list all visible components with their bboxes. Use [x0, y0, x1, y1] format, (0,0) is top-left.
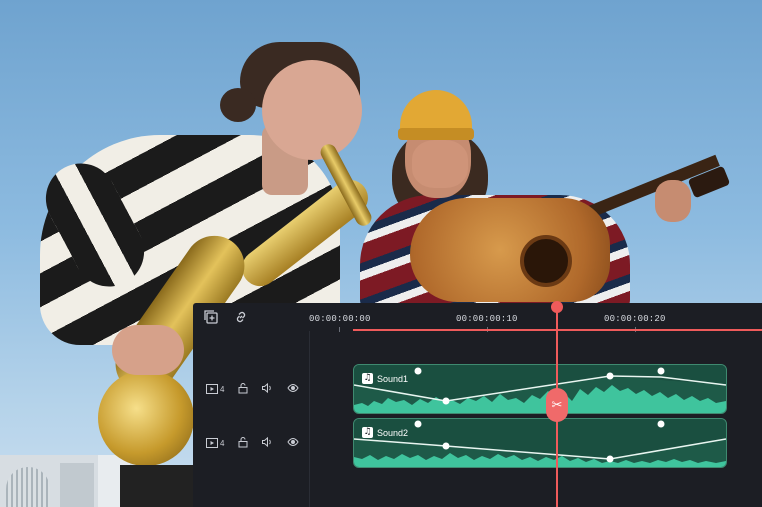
guitar-soundhole: [520, 235, 572, 287]
play-box-icon: [206, 384, 218, 394]
track-number: 4: [220, 438, 225, 448]
link-icon[interactable]: [233, 309, 249, 325]
music-note-icon: ♫: [362, 373, 373, 384]
play-box-icon: [206, 438, 218, 448]
saxophonist-hand: [112, 325, 184, 375]
rooftop-building: [0, 455, 140, 507]
audio-waveform: [354, 365, 726, 413]
music-note-icon: ♫: [362, 427, 373, 438]
rooftop-box: [60, 463, 94, 507]
clip-name: Sound2: [377, 427, 409, 438]
beanie-band: [398, 128, 474, 140]
timeline-panel: 00:00:00:00 00:00:00:10 00:00:00:20 4 4: [193, 303, 762, 507]
ruler-tick-label: 00:00:00:00: [309, 314, 371, 324]
ruler-tick-label: 00:00:00:10: [456, 314, 518, 324]
add-track-icon[interactable]: [203, 309, 219, 325]
clip-label: ♫ Sound1: [362, 373, 408, 384]
track-header: 4: [193, 416, 309, 470]
scissors-icon[interactable]: ✂: [546, 388, 568, 422]
track-number: 4: [220, 384, 225, 394]
lock-icon[interactable]: [237, 436, 249, 450]
saxophone-bell: [98, 370, 194, 466]
clip-name: Sound1: [377, 373, 409, 384]
guitarist-face: [412, 140, 468, 188]
volume-icon[interactable]: [261, 382, 273, 396]
track-header-divider: [309, 331, 310, 507]
saxophonist-pants: [120, 465, 194, 507]
track-header: 4: [193, 362, 309, 416]
ruler-tick: [339, 327, 340, 332]
lock-icon[interactable]: [237, 382, 249, 396]
audio-waveform: [354, 419, 726, 467]
eye-icon[interactable]: [287, 436, 299, 450]
saxophonist-head: [262, 60, 362, 160]
guitar-body: [410, 198, 610, 302]
guitarist-hand: [655, 180, 691, 222]
ruler-tick-label: 00:00:00:20: [604, 314, 666, 324]
clip-label: ♫ Sound2: [362, 427, 408, 438]
audio-clip[interactable]: ♫ Sound2: [353, 418, 727, 468]
playhead-handle[interactable]: [551, 301, 563, 313]
saxophonist-bun: [220, 88, 256, 122]
volume-icon[interactable]: [261, 436, 273, 450]
video-track-toggle[interactable]: 4: [206, 436, 224, 450]
air-vent: [6, 467, 50, 507]
eye-icon[interactable]: [287, 382, 299, 396]
audio-clip[interactable]: ♫ Sound1: [353, 364, 727, 414]
video-track-toggle[interactable]: 4: [206, 382, 224, 396]
